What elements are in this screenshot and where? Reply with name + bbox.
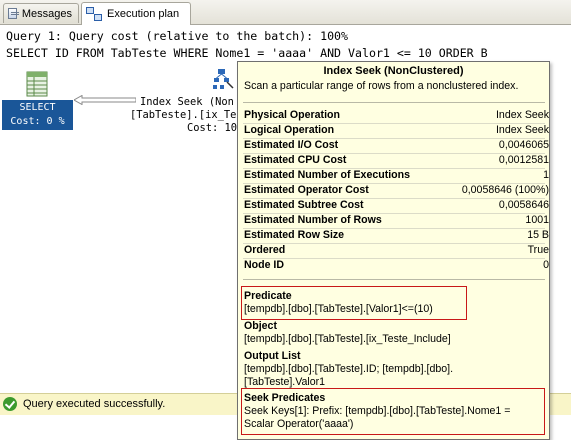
property-name: Logical Operation xyxy=(244,124,335,136)
messages-icon xyxy=(8,8,19,19)
property-value: 0 xyxy=(543,259,549,271)
property-row: Estimated Row Size 15 B xyxy=(244,228,549,243)
index-seek-node-text[interactable]: Index Seek (Non [TabTeste].[ix_Te Cost: 10 xyxy=(130,96,237,135)
seek-predicates-line1: Seek Keys[1]: Prefix: [tempdb].[dbo].[Ta… xyxy=(244,405,511,417)
output-list-heading: Output List xyxy=(244,350,301,362)
query-text: Query 1: Query cost (relative to the bat… xyxy=(6,28,488,62)
property-value: 1 xyxy=(543,169,549,181)
object-heading: Object xyxy=(244,320,277,332)
property-name: Estimated I/O Cost xyxy=(244,139,339,151)
property-row: Node ID 0 xyxy=(244,258,549,273)
property-name: Estimated Number of Rows xyxy=(244,214,382,226)
property-name: Physical Operation xyxy=(244,109,340,121)
property-row: Logical Operation Index Seek xyxy=(244,123,549,138)
tooltip-divider xyxy=(243,279,545,280)
select-operator-cost: Cost: 0 % xyxy=(10,116,65,127)
object-text: [tempdb].[dbo].[TabTeste].[ix_Teste_Incl… xyxy=(244,333,451,345)
query-cost-header: Query 1: Query cost (relative to the bat… xyxy=(6,29,349,43)
predicate-section: Predicate [tempdb].[dbo].[TabTeste].[Val… xyxy=(244,290,546,316)
output-list-section: Output List [tempdb].[dbo].[TabTeste].ID… xyxy=(244,350,546,389)
index-seek-icon[interactable] xyxy=(212,68,234,90)
tab-execution-plan-label: Execution plan xyxy=(107,8,180,20)
property-name: Estimated Subtree Cost xyxy=(244,199,364,211)
property-name: Estimated Number of Executions xyxy=(244,169,411,181)
index-seek-node-cost: Cost: 10 xyxy=(187,122,238,134)
property-value: 0,0058646 (100%) xyxy=(461,184,549,196)
tooltip-description: Scan a particular range of rows from a n… xyxy=(244,80,519,92)
select-operator-label: SELECT Cost: 0 % xyxy=(2,100,73,130)
property-row: Estimated I/O Cost 0,0046065 xyxy=(244,138,549,153)
seek-predicates-section: Seek Predicates Seek Keys[1]: Prefix: [t… xyxy=(244,392,546,431)
property-row: Estimated Operator Cost 0,0058646 (100%) xyxy=(244,183,549,198)
property-name: Node ID xyxy=(244,259,285,271)
query-sql: SELECT ID FROM TabTeste WHERE Nome1 = 'a… xyxy=(6,46,488,60)
select-operator-name: SELECT xyxy=(19,102,56,113)
seek-predicates-line2: Scalar Operator('aaaa') xyxy=(244,418,354,430)
property-value: 0,0046065 xyxy=(498,139,549,151)
property-row: Physical Operation Index Seek xyxy=(244,108,549,123)
property-row: Ordered True xyxy=(244,243,549,258)
seek-predicates-heading: Seek Predicates xyxy=(244,392,326,404)
output-list-line1: [tempdb].[dbo].[TabTeste].ID; [tempdb].[… xyxy=(244,363,454,375)
index-seek-node-object: [TabTeste].[ix_Te xyxy=(130,109,237,121)
tab-execution-plan[interactable]: Execution plan xyxy=(81,2,191,25)
tooltip-divider xyxy=(243,102,545,103)
status-message: Query executed successfully. xyxy=(23,398,166,410)
tab-messages-label: Messages xyxy=(21,7,72,20)
property-name: Estimated Operator Cost xyxy=(244,184,369,196)
success-check-icon xyxy=(3,397,17,411)
operator-tooltip: Index Seek (NonClustered) Scan a particu… xyxy=(237,61,550,440)
tooltip-title: Index Seek (NonClustered) xyxy=(323,65,464,77)
predicate-text: [tempdb].[dbo].[TabTeste].[Valor1]<=(10) xyxy=(244,303,433,315)
property-row: Estimated CPU Cost 0,0012581 xyxy=(244,153,549,168)
property-value: 1001 xyxy=(525,214,549,226)
property-row: Estimated Number of Rows 1001 xyxy=(244,213,549,228)
property-value: Index Seek xyxy=(495,109,549,121)
object-section: Object [tempdb].[dbo].[TabTeste].[ix_Tes… xyxy=(244,320,546,346)
index-seek-node-name: Index Seek (Non xyxy=(140,96,234,108)
property-value: True xyxy=(527,244,549,256)
property-row: Estimated Number of Executions 1 xyxy=(244,168,549,183)
data-flow-arrow xyxy=(74,95,136,105)
property-name: Ordered xyxy=(244,244,286,256)
property-value: 0,0058646 xyxy=(498,199,549,211)
property-name: Estimated Row Size xyxy=(244,229,345,241)
execution-plan-icon xyxy=(86,7,102,21)
select-operator-icon xyxy=(26,71,48,97)
property-name: Estimated CPU Cost xyxy=(244,154,347,166)
property-value: 15 B xyxy=(527,229,549,241)
result-tab-strip: Messages Execution plan xyxy=(0,0,571,25)
select-operator-node[interactable]: SELECT Cost: 0 % xyxy=(2,71,73,130)
property-value: Index Seek xyxy=(495,124,549,136)
property-value: 0,0012581 xyxy=(498,154,549,166)
tab-messages[interactable]: Messages xyxy=(3,3,79,23)
property-row: Estimated Subtree Cost 0,0058646 xyxy=(244,198,549,213)
predicate-heading: Predicate xyxy=(244,290,292,302)
